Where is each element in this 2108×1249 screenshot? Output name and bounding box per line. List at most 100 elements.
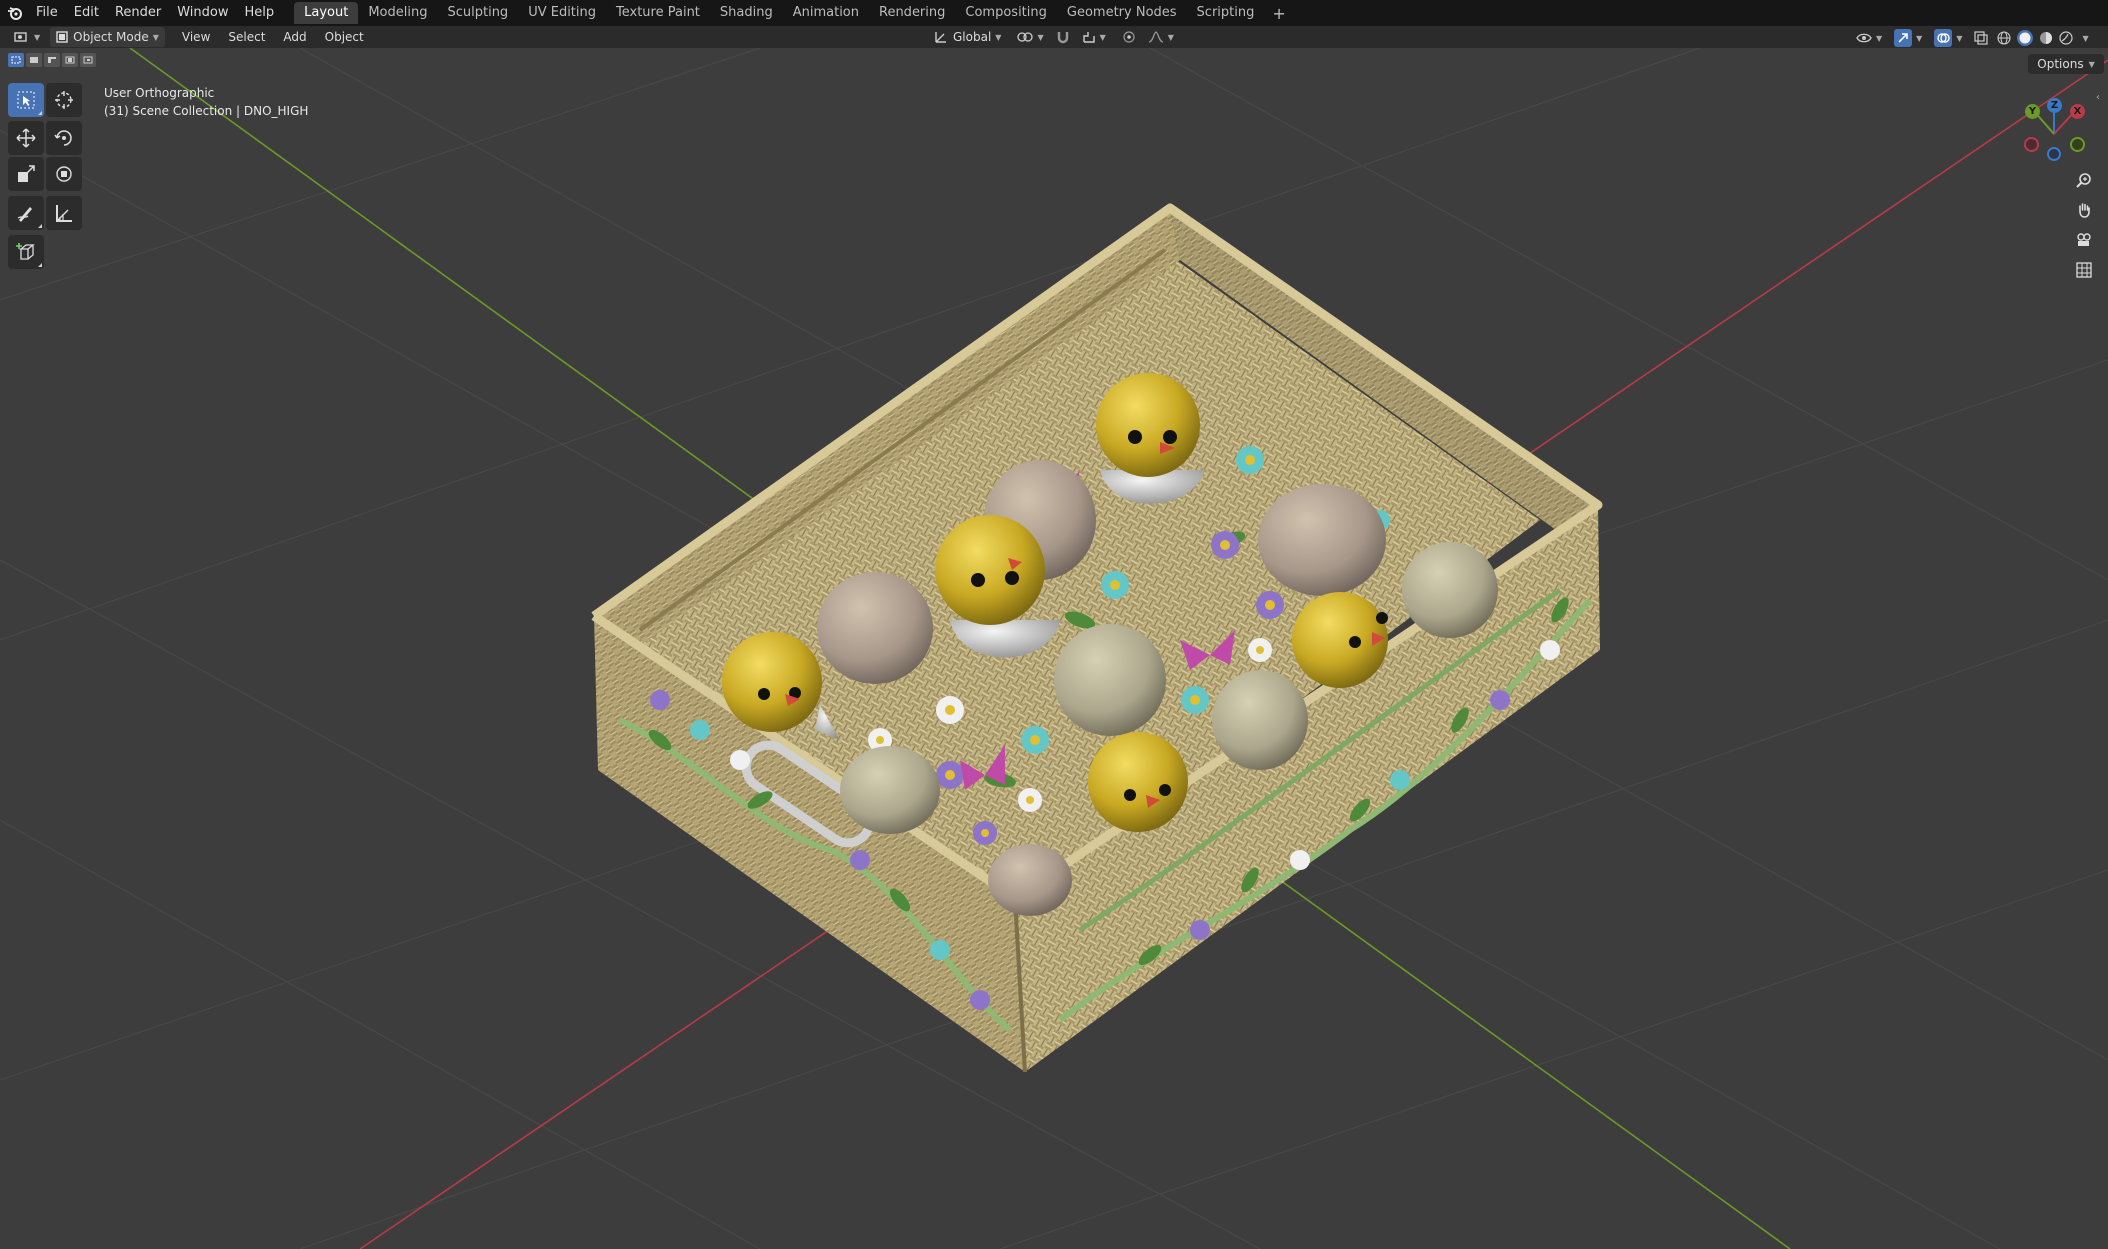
pivot-dropdown[interactable]: ▼	[1011, 27, 1049, 47]
rotate-icon	[54, 130, 72, 146]
navigation-gizmo[interactable]: Z X Y	[2018, 92, 2098, 172]
object-mode-icon	[56, 31, 68, 43]
select-box-tool[interactable]	[8, 83, 44, 117]
egg	[840, 746, 940, 834]
tab-rendering[interactable]: Rendering	[869, 2, 955, 24]
pan-hand-icon	[2079, 203, 2090, 218]
xray-toggle[interactable]	[1968, 28, 1994, 48]
menu-select[interactable]: Select	[219, 30, 274, 44]
blender-logo-icon[interactable]	[2, 0, 28, 26]
shading-options-dropdown[interactable]: ▼	[2076, 28, 2090, 48]
tab-uv-editing[interactable]: UV Editing	[518, 2, 606, 24]
view-name: User Orthographic	[104, 86, 215, 100]
gizmo-toggle[interactable]: ▼	[1888, 28, 1928, 48]
editor-type-button[interactable]: ▼	[8, 27, 46, 47]
proportional-edit-toggle[interactable]	[1116, 27, 1142, 47]
measure-tool[interactable]	[46, 196, 82, 230]
gizmo-icon	[1894, 29, 1913, 47]
egg	[1258, 484, 1386, 596]
tab-sculpting[interactable]: Sculpting	[437, 2, 518, 24]
tab-compositing[interactable]: Compositing	[955, 2, 1057, 24]
mode-dropdown[interactable]: Object Mode ▼	[50, 27, 165, 47]
menu-file[interactable]: File	[28, 0, 66, 26]
shading-material-button[interactable]	[2036, 28, 2056, 48]
orientation-dropdown[interactable]: Global ▼	[928, 27, 1007, 47]
chevron-down-icon: ▼	[152, 32, 159, 42]
camera-icon	[2077, 233, 2091, 246]
viewport-scene[interactable]	[0, 48, 2108, 1249]
ortho-toggle-button[interactable]	[2071, 257, 2097, 283]
add-cube-tool[interactable]	[8, 235, 44, 269]
viewport-display-controls: ▼ ▼ ▼ ▼	[1850, 28, 2091, 48]
tab-shading[interactable]: Shading	[710, 2, 783, 24]
visibility-dropdown[interactable]: ▼	[1850, 28, 1888, 48]
tab-modeling[interactable]: Modeling	[358, 2, 437, 24]
select-invert-icon[interactable]	[62, 53, 78, 67]
camera-view-button[interactable]	[2071, 227, 2097, 253]
top-menu-bar: File Edit Render Window Help Layout Mode…	[0, 0, 2108, 26]
menu-object[interactable]: Object	[316, 30, 373, 44]
chevron-down-icon: ▼	[1916, 33, 1923, 43]
zoom-icon	[2076, 173, 2091, 188]
select-extend-icon[interactable]	[26, 53, 42, 67]
gizmo-x-axis[interactable]: X	[2070, 104, 2085, 119]
select-new-icon[interactable]	[8, 53, 24, 67]
gizmo-neg-y-axis[interactable]	[2070, 137, 2085, 152]
chevron-down-icon: ▼	[1099, 32, 1106, 42]
gizmo-z-axis[interactable]: Z	[2047, 98, 2062, 113]
transform-tool[interactable]	[46, 157, 82, 191]
menu-edit[interactable]: Edit	[66, 0, 107, 26]
menu-render[interactable]: Render	[107, 0, 169, 26]
falloff-curve-icon	[1148, 31, 1163, 43]
scale-tool[interactable]	[8, 157, 44, 191]
annotate-tool[interactable]	[8, 196, 44, 230]
pan-button[interactable]	[2071, 197, 2097, 223]
workspace-tabs: Layout Modeling Sculpting UV Editing Tex…	[294, 0, 1294, 26]
chevron-down-icon: ▼	[2088, 59, 2095, 69]
3d-viewport[interactable]: User Orthographic (31) Scene Collection …	[0, 48, 2108, 1249]
overlays-toggle[interactable]: ▼	[1928, 28, 1968, 48]
menu-help[interactable]: Help	[237, 0, 283, 26]
cursor-icon	[55, 91, 73, 109]
chevron-down-icon: ▼	[1876, 33, 1883, 43]
menu-add[interactable]: Add	[274, 30, 315, 44]
cursor-tool[interactable]	[46, 83, 82, 117]
add-workspace-icon[interactable]: +	[1264, 4, 1293, 23]
falloff-dropdown[interactable]: ▼	[1142, 27, 1180, 47]
egg	[817, 572, 933, 684]
shading-solid-button[interactable]	[2014, 28, 2036, 48]
shading-wireframe-button[interactable]	[1994, 28, 2014, 48]
chevron-down-icon: ▼	[1167, 32, 1174, 42]
gizmo-neg-z-axis[interactable]	[2047, 147, 2061, 161]
move-icon	[16, 128, 36, 148]
shading-rendered-button[interactable]	[2056, 28, 2076, 48]
tab-scripting[interactable]: Scripting	[1187, 2, 1265, 24]
move-tool[interactable]	[8, 121, 44, 155]
tab-geometry-nodes[interactable]: Geometry Nodes	[1057, 2, 1187, 24]
chevron-down-icon: ▼	[2082, 33, 2089, 43]
measure-icon	[56, 205, 72, 222]
tab-animation[interactable]: Animation	[783, 2, 869, 24]
proportional-edit-icon	[1123, 31, 1135, 43]
mode-label: Object Mode	[73, 30, 149, 44]
menu-window[interactable]: Window	[169, 0, 236, 26]
menu-view[interactable]: View	[173, 30, 219, 44]
chick-figure	[1088, 732, 1188, 832]
pivot-icon	[1017, 32, 1034, 42]
select-intersect-icon[interactable]	[80, 53, 96, 67]
gizmo-y-axis[interactable]: Y	[2025, 104, 2040, 119]
rotate-tool[interactable]	[46, 121, 82, 155]
zoom-button[interactable]	[2071, 167, 2097, 193]
easter-basket-model[interactable]	[591, 203, 1603, 1073]
options-dropdown[interactable]: Options ▼	[2028, 54, 2104, 74]
tab-texture-paint[interactable]: Texture Paint	[606, 2, 710, 24]
egg	[1402, 542, 1498, 638]
select-subtract-icon[interactable]	[44, 53, 60, 67]
xray-icon	[1974, 31, 1989, 45]
chick-figure	[1292, 592, 1388, 688]
editor-type-icon	[14, 32, 27, 42]
gizmo-neg-x-axis[interactable]	[2024, 137, 2039, 152]
snap-target-dropdown[interactable]: ▼	[1076, 27, 1112, 47]
snap-toggle[interactable]	[1050, 27, 1076, 47]
tab-layout[interactable]: Layout	[294, 2, 359, 24]
